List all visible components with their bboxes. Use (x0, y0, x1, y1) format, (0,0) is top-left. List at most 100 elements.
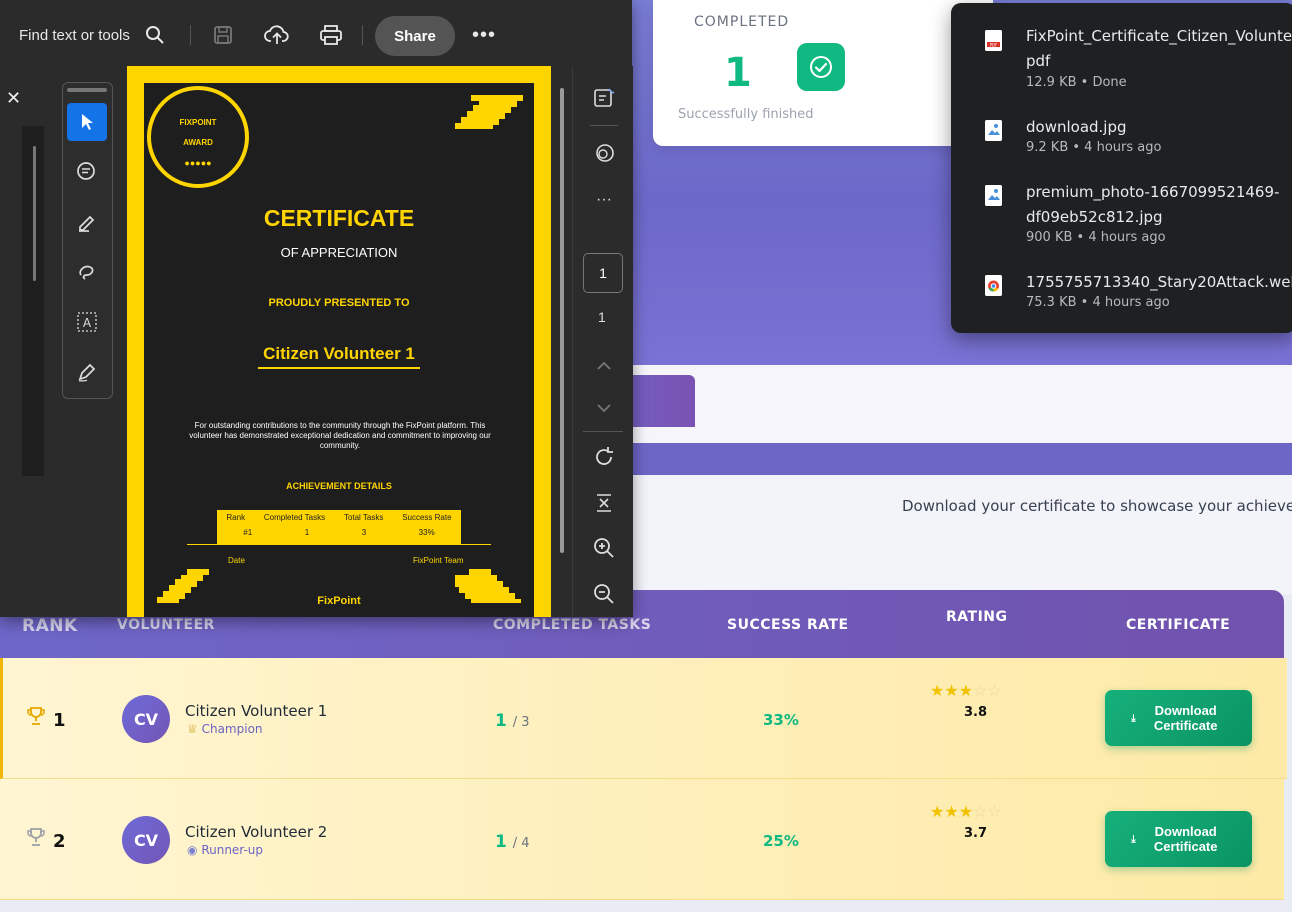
download-icon: ⤓ (1131, 712, 1136, 724)
rail-divider (583, 431, 623, 432)
achievement-value: 1 (304, 528, 310, 537)
certificate-subtitle: OF APPRECIATION (280, 245, 398, 260)
save-icon[interactable] (213, 25, 233, 50)
download-button-label: Download Certificate (1153, 824, 1218, 854)
pdf-file-icon[interactable]: PDF (985, 30, 1002, 51)
image-file-icon[interactable] (985, 185, 1002, 206)
highlight-pen-icon[interactable] (67, 203, 107, 241)
star-empty-icon: ☆ (973, 804, 988, 821)
seal-dots: ●●●●● (184, 158, 212, 168)
header-rank: RANK (22, 616, 78, 636)
page-number-input[interactable]: 1 (583, 253, 623, 293)
more-options-icon[interactable]: ••• (472, 24, 496, 47)
rating-stars: ★★★☆☆ (930, 802, 1002, 822)
text-box-icon[interactable]: A (67, 303, 107, 341)
edit-pdf-icon[interactable] (586, 82, 622, 114)
completed-count: 1 (495, 711, 507, 731)
download-certificate-button[interactable]: ⤓ Download Certificate (1105, 811, 1252, 867)
certificate-body: For outstanding contributions to the com… (189, 421, 491, 450)
download-filename-cont[interactable]: df09eb52c812.jpg (1026, 208, 1163, 226)
select-cursor-icon[interactable] (67, 103, 107, 141)
download-hint-text: Download your certificate to showcase yo… (902, 497, 1292, 515)
achievement-heading: ACHIEVEMENT DETAILS (286, 481, 392, 491)
share-button[interactable]: Share (375, 16, 455, 56)
document-scrollbar[interactable] (560, 88, 564, 553)
avatar: CV (122, 695, 170, 743)
rotate-icon[interactable] (586, 441, 622, 473)
print-icon[interactable] (319, 24, 343, 51)
zoom-out-icon[interactable] (586, 578, 622, 610)
rail-divider (590, 125, 618, 126)
achievement-value-row: #1 1 3 33% (217, 522, 461, 537)
check-circle-icon (797, 43, 845, 91)
achievement-header: Total Tasks (343, 513, 384, 522)
certificate-footer: FixPoint (317, 595, 361, 607)
more-tools-icon[interactable]: ··· (586, 184, 622, 216)
download-filename-cont[interactable]: pdf (1026, 52, 1050, 70)
title-text: Runner-up (201, 843, 264, 857)
achievement-header-row: Rank Completed Tasks Total Tasks Success… (217, 510, 461, 522)
page-count: 1 (598, 309, 606, 325)
star-icon: ★ (930, 804, 945, 821)
trophy-icon (26, 706, 46, 732)
find-tools-button[interactable]: Find text or tools (19, 27, 130, 44)
rank-number: 2 (53, 831, 66, 852)
zoom-in-icon[interactable] (586, 532, 622, 564)
ai-assistant-icon[interactable] (586, 137, 622, 169)
medal-emoji-icon: ◉ (187, 843, 198, 857)
certificate-title: CERTIFICATE (263, 205, 415, 231)
download-filename[interactable]: download.jpg (1026, 118, 1127, 136)
image-file-icon[interactable] (985, 120, 1002, 141)
success-rate: 33% (763, 711, 799, 729)
star-empty-icon: ☆ (987, 804, 1002, 821)
download-filename[interactable]: premium_photo-1667099521469- (1026, 183, 1279, 201)
download-meta: 9.2 KB • 4 hours ago (1026, 140, 1162, 155)
completed-subtitle: Successfully finished (678, 107, 814, 122)
search-icon[interactable] (145, 25, 165, 50)
svg-text:A: A (83, 316, 92, 330)
star-icon: ★ (930, 683, 945, 700)
volunteer-title: ◉ Runner-up (187, 843, 263, 857)
star-icon: ★ (958, 804, 974, 821)
download-icon: ⤓ (1131, 833, 1136, 845)
corner-ornament (455, 95, 523, 134)
left-panel-scrollbar[interactable] (33, 146, 36, 281)
star-empty-icon: ☆ (973, 683, 988, 700)
toolbar-divider (362, 25, 363, 45)
volunteer-name: Citizen Volunteer 1 (185, 702, 328, 720)
rating-value: 3.7 (964, 826, 988, 841)
signature-rule (187, 544, 491, 545)
completed-tasks: 1 / 3 (495, 711, 530, 731)
fit-page-icon[interactable] (586, 487, 622, 519)
download-filename[interactable]: FixPoint_Certificate_Citizen_Voluntee (1026, 27, 1292, 45)
avatar: CV (122, 816, 170, 864)
download-filename[interactable]: 1755755713340_Stary20Attack.webp (1026, 273, 1292, 291)
header-rating: RATING (946, 609, 1008, 625)
download-meta: 12.9 KB • Done (1026, 75, 1127, 90)
cloud-upload-icon[interactable] (264, 24, 290, 51)
svg-text:PDF: PDF (990, 42, 998, 47)
achievement-value: 33% (418, 528, 435, 537)
close-icon[interactable]: ✕ (6, 88, 21, 109)
seal-text: FIXPOINT (179, 118, 217, 127)
chevron-up-icon[interactable] (586, 350, 622, 382)
chrome-file-icon[interactable] (985, 275, 1002, 296)
rank-number: 1 (53, 710, 66, 731)
sign-pen-icon[interactable] (67, 353, 107, 391)
achievement-value: #1 (243, 528, 253, 537)
comment-icon[interactable] (67, 153, 107, 191)
certificate-recipient: Citizen Volunteer 1 (263, 344, 415, 363)
draw-freehand-icon[interactable] (67, 253, 107, 291)
volunteer-title: ♕ Champion (187, 722, 263, 736)
star-icon: ★ (958, 683, 974, 700)
completed-count: 1 (495, 832, 507, 852)
download-certificate-button[interactable]: ⤓ Download Certificate (1105, 690, 1252, 746)
drag-handle[interactable] (67, 88, 107, 92)
header-completed-tasks: COMPLETED TASKS (493, 617, 652, 633)
completed-tasks: 1 / 4 (495, 832, 530, 852)
achievement-table: Rank Completed Tasks Total Tasks Success… (217, 510, 461, 544)
chevron-down-icon[interactable] (586, 392, 622, 424)
star-icon: ★ (944, 804, 959, 821)
star-icon: ★ (944, 683, 959, 700)
download-meta: 75.3 KB • 4 hours ago (1026, 295, 1170, 310)
